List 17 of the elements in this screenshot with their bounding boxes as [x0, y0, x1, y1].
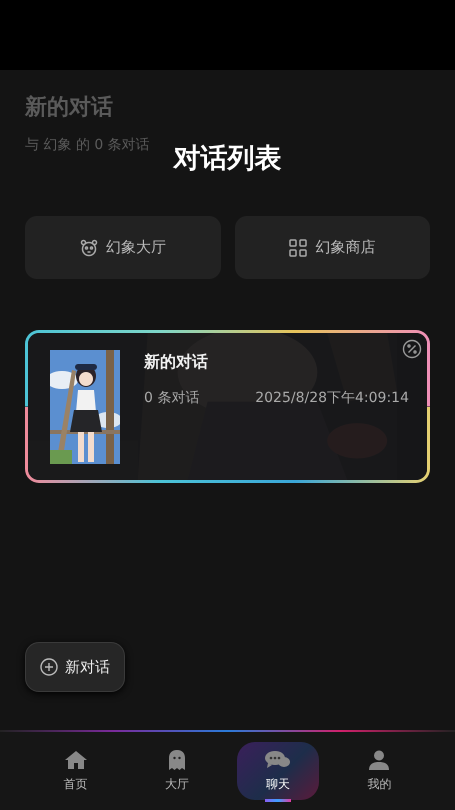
page-title: 新的对话 [25, 94, 114, 122]
nav-tab[interactable]: 我的 [338, 742, 420, 800]
chat-bubbles-icon [265, 750, 292, 770]
nav-tab[interactable]: 聊天 [237, 742, 320, 800]
plus-circle-icon [40, 658, 58, 676]
dialog-title: 对话列表 [174, 142, 282, 176]
ghost-icon [168, 750, 185, 770]
shortcut-button[interactable]: 幻象大厅 [25, 216, 220, 279]
panda-icon [80, 238, 98, 256]
nav-tab[interactable]: 大厅 [136, 742, 218, 800]
grid-icon [289, 238, 308, 256]
nav-tab[interactable]: 首页 [34, 742, 117, 800]
new-chat-button[interactable]: 新对话 [25, 642, 125, 692]
home-icon [64, 750, 87, 770]
page-subtitle: 与 幻象 的 0 条对话 [25, 136, 150, 154]
shortcut-button[interactable]: 幻象商店 [234, 216, 430, 279]
user-icon [369, 750, 390, 770]
